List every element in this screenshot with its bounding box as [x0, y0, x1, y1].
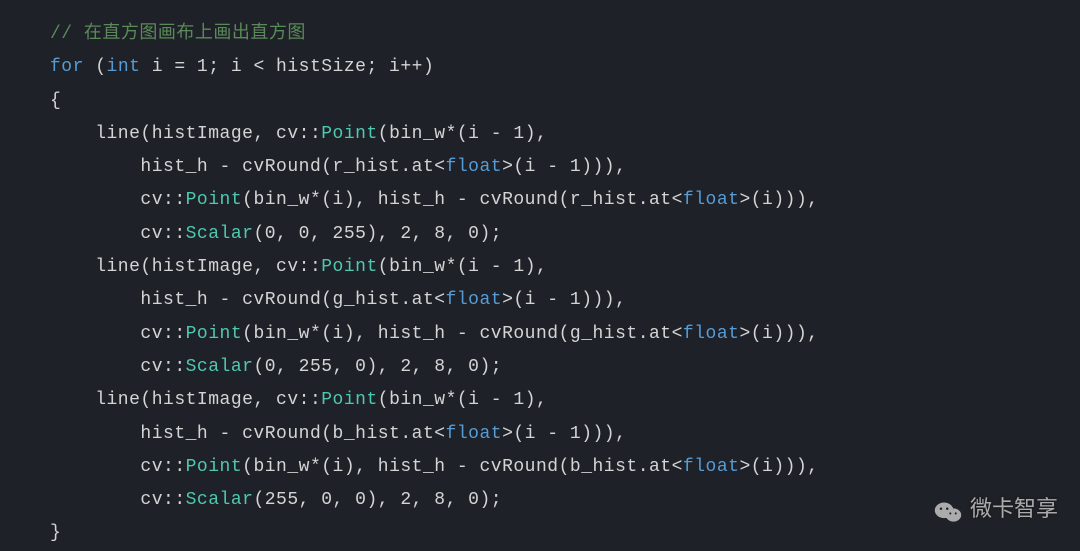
code-line: // 在直方图画布上画出直方图 [50, 18, 1080, 51]
wechat-watermark: 微卡智享 [934, 489, 1058, 530]
code-line: { [50, 85, 1080, 118]
code-editor: // 在直方图画布上画出直方图 for (int i = 1; i < hist… [50, 18, 1080, 551]
code-line: line(histImage, cv::Point(bin_w*(i - 1), [50, 251, 1080, 284]
code-line: cv::Point(bin_w*(i), hist_h - cvRound(g_… [50, 318, 1080, 351]
code-line: } [50, 517, 1080, 550]
code-line: line(histImage, cv::Point(bin_w*(i - 1), [50, 118, 1080, 151]
watermark-text: 微卡智享 [970, 489, 1058, 530]
code-line: cv::Point(bin_w*(i), hist_h - cvRound(r_… [50, 184, 1080, 217]
comment-text: // 在直方图画布上画出直方图 [50, 24, 306, 44]
code-line: cv::Scalar(255, 0, 0), 2, 8, 0); [50, 484, 1080, 517]
code-line: hist_h - cvRound(r_hist.at<float>(i - 1)… [50, 151, 1080, 184]
wechat-icon [934, 498, 962, 522]
code-line: hist_h - cvRound(g_hist.at<float>(i - 1)… [50, 284, 1080, 317]
code-line: hist_h - cvRound(b_hist.at<float>(i - 1)… [50, 418, 1080, 451]
code-line: for (int i = 1; i < histSize; i++) [50, 51, 1080, 84]
code-line: line(histImage, cv::Point(bin_w*(i - 1), [50, 384, 1080, 417]
code-line: cv::Scalar(0, 255, 0), 2, 8, 0); [50, 351, 1080, 384]
code-line: cv::Scalar(0, 0, 255), 2, 8, 0); [50, 218, 1080, 251]
code-line: cv::Point(bin_w*(i), hist_h - cvRound(b_… [50, 451, 1080, 484]
